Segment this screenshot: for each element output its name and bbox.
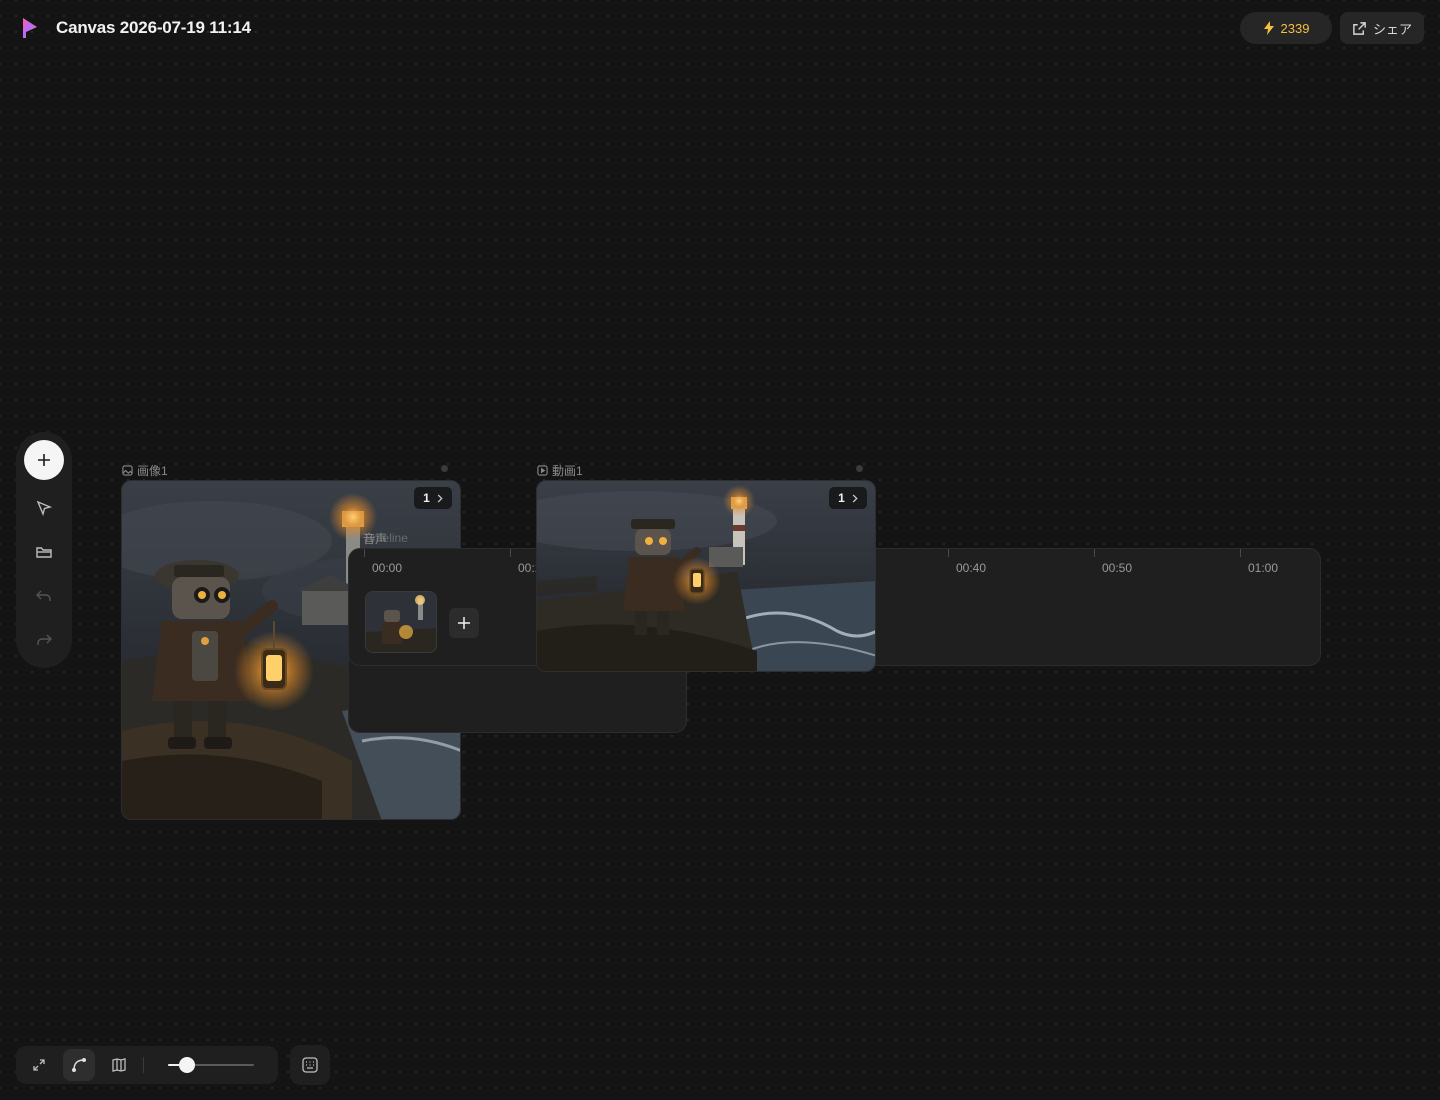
timeline-tick	[510, 549, 511, 557]
toolbar-divider	[143, 1057, 144, 1073]
plus-icon	[458, 617, 470, 629]
curve-icon	[72, 1058, 86, 1072]
image-node-label[interactable]: 画像1	[122, 462, 168, 479]
left-toolbar	[16, 432, 72, 668]
redo-button[interactable]	[32, 628, 56, 652]
add-clip-button[interactable]	[449, 608, 479, 638]
map-icon	[112, 1058, 126, 1072]
keyboard-icon	[302, 1057, 318, 1073]
timeline-tick-label: 00:40	[956, 561, 987, 575]
clip-thumbnail-image	[366, 592, 436, 652]
zoom-slider[interactable]	[168, 1057, 254, 1073]
video-node-card[interactable]: 1	[536, 480, 876, 672]
undo-button[interactable]	[32, 584, 56, 608]
robot-cliff-video-frame	[537, 481, 875, 671]
share-label: シェア	[1372, 21, 1412, 37]
chevron-right-icon	[852, 493, 858, 503]
credits-count: 2339	[1280, 20, 1310, 36]
timeline-clip[interactable]	[365, 591, 437, 653]
bottom-toolbar	[16, 1046, 278, 1084]
folder-icon	[36, 547, 52, 558]
timeline-tick	[948, 549, 949, 557]
image-variant-selector[interactable]: 1	[414, 487, 452, 509]
timeline-tick	[1240, 549, 1241, 557]
timeline-node-label[interactable]: 音声 Timeline	[349, 530, 408, 547]
timeline-tick-label: 00:00	[372, 561, 403, 575]
expand-icon	[33, 1059, 45, 1071]
image-icon	[122, 465, 133, 476]
timeline-tick-label: 01:00	[1248, 561, 1279, 575]
cursor-icon	[36, 500, 53, 517]
image-node-handle[interactable]	[441, 465, 448, 472]
app-logo-icon	[23, 18, 37, 38]
plus-icon	[38, 454, 50, 466]
video-node-label[interactable]: 動画1	[537, 462, 583, 479]
curve-connector-button[interactable]	[63, 1049, 95, 1081]
video-variant-selector[interactable]: 1	[829, 487, 867, 509]
canvas-title[interactable]: Canvas 2026-07-19 11:14	[56, 18, 251, 38]
lightning-icon	[1263, 21, 1274, 35]
audio-icon	[349, 533, 359, 544]
video-node-handle[interactable]	[856, 465, 863, 472]
open-folder-button[interactable]	[32, 540, 56, 564]
video-icon	[537, 465, 548, 476]
redo-icon	[37, 634, 52, 645]
timeline-tick	[1094, 549, 1095, 557]
select-tool-button[interactable]	[32, 496, 56, 520]
share-button[interactable]: シェア	[1340, 12, 1424, 44]
timeline-label-overlay: Timeline	[363, 531, 408, 545]
undo-icon	[36, 590, 51, 601]
timeline-tick-label: 00:50	[1102, 561, 1133, 575]
chevron-right-icon	[437, 493, 443, 503]
external-link-icon	[1353, 21, 1366, 35]
keyboard-shortcuts-button[interactable]	[290, 1045, 330, 1085]
minimap-button[interactable]	[103, 1049, 135, 1081]
timeline-tick	[364, 549, 365, 557]
fit-view-button[interactable]	[23, 1049, 55, 1081]
add-node-button[interactable]	[24, 440, 64, 480]
zoom-slider-thumb[interactable]	[178, 1057, 195, 1073]
credits-badge[interactable]: 2339	[1240, 12, 1332, 44]
